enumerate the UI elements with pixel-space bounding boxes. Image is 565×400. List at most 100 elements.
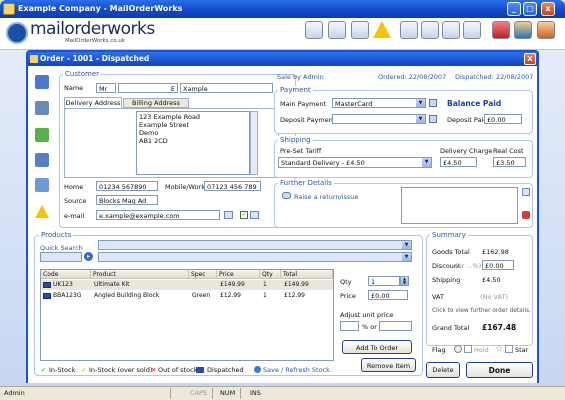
payment-card-icon[interactable] (429, 99, 437, 107)
email-field[interactable]: e.xample@example.com (96, 210, 220, 220)
deposit-payment-label: Deposit Payment (280, 116, 336, 124)
save-refresh-link[interactable]: Save / Refresh Stock. (263, 366, 332, 374)
qty-stepper[interactable]: ▲ ▼ (400, 276, 409, 286)
dispatched-date: Dispatched: 22/08/2007 (455, 73, 534, 81)
toolbar-products-icon[interactable] (492, 21, 510, 39)
quick-search-field[interactable] (40, 252, 82, 262)
col-header-product[interactable]: Product (91, 270, 189, 279)
toolbar-warning-icon[interactable] (373, 21, 391, 38)
legend-cross-icon: ✕ (151, 366, 157, 374)
link-icon[interactable] (35, 128, 49, 142)
status-separator (240, 388, 241, 399)
mailing-checkbox[interactable]: ✓ (240, 211, 248, 219)
toolbar-orders-icon[interactable] (328, 21, 346, 39)
toolbar-customers-icon[interactable] (305, 21, 323, 39)
deposit-paid-field[interactable]: £0.00 (484, 114, 522, 124)
deposit-card-icon[interactable] (429, 115, 437, 123)
tariff-select[interactable]: Standard Delivery - £4.50 ▼ (278, 157, 432, 168)
col-header-qty[interactable]: Qty (260, 270, 281, 279)
email-send-icon[interactable] (224, 211, 233, 219)
toolbar-add-icon[interactable] (442, 21, 460, 39)
product-category-select[interactable]: ▼ (98, 240, 412, 250)
toolbar-users-icon[interactable] (537, 21, 555, 39)
goods-total-label: Goods Total (432, 248, 470, 256)
minimize-button[interactable]: _ (507, 2, 521, 16)
row-price: £12.99 (220, 292, 241, 299)
maximize-button[interactable]: □ (523, 2, 537, 16)
address-field[interactable]: 123 Example Road Example Street Demo AB1… (136, 111, 250, 175)
row-code: UK123 (53, 281, 73, 288)
discount-field[interactable]: £0.00 (482, 260, 514, 270)
adjust-percent-field[interactable] (340, 321, 359, 331)
title-field[interactable]: Mr (96, 83, 116, 93)
product-select[interactable]: ▼ (98, 252, 412, 262)
legend-over-sold: In-Stock (over sold) (89, 366, 153, 374)
add-to-order-button[interactable]: Add To Order (342, 340, 412, 354)
notes-icon[interactable] (522, 188, 530, 196)
chevron-down-icon: ▼ (402, 241, 411, 249)
surname-field[interactable]: Xample (180, 83, 273, 93)
qty-field[interactable]: 1 (368, 276, 400, 286)
name-label: Name (64, 84, 84, 92)
vat-label: VAT (432, 293, 444, 301)
dialog-close-button[interactable]: X (524, 53, 536, 65)
toolbar-search-icon[interactable] (351, 21, 369, 39)
col-header-total[interactable]: Total (281, 270, 333, 279)
table-row[interactable]: UK123 Ultimate Kit £149.99 1 £149.99 (41, 280, 333, 290)
done-button[interactable]: Done (466, 362, 533, 378)
col-header-price[interactable]: Price (217, 270, 260, 279)
tab-delivery-address[interactable]: Delivery Address (64, 97, 122, 108)
qty-label: Qty (340, 278, 352, 286)
toolbar-reports-icon[interactable] (514, 21, 532, 39)
toolbar-delivery-icon[interactable] (463, 21, 481, 39)
close-window-button[interactable]: x (541, 2, 555, 16)
address-scrollbar[interactable] (250, 111, 258, 175)
col-header-spec[interactable]: Spec (189, 270, 217, 279)
main-payment-label: Main Payment (280, 100, 327, 108)
legend-dispatched-icon (196, 367, 204, 373)
hold-icon[interactable] (454, 345, 462, 353)
main-payment-select[interactable]: MasterCard ▼ (332, 98, 426, 108)
tab-billing-address[interactable]: Billing Address (123, 98, 189, 108)
hold-checkbox[interactable] (464, 345, 472, 353)
delivery-charge-field[interactable]: £4.50 (440, 157, 477, 167)
home-phone-field[interactable]: 01234 567890 (96, 181, 158, 191)
star-icon[interactable]: ☆ (495, 344, 503, 354)
warning-icon[interactable] (35, 205, 49, 218)
address-line-1: 123 Example Road (139, 113, 201, 121)
notes-field[interactable] (401, 187, 518, 224)
customer-search-icon[interactable] (35, 75, 49, 89)
chevron-down-icon: ▼ (402, 253, 411, 261)
col-header-code[interactable]: Code (41, 270, 91, 279)
real-cost-field[interactable]: £3.50 (493, 157, 526, 167)
chevron-down-icon: ▼ (422, 158, 431, 167)
delivery-charge-label: Delivery Charge (440, 147, 493, 155)
delete-button[interactable]: Delete (426, 362, 460, 378)
star-checkbox[interactable] (505, 345, 513, 353)
legend-warn-check-icon: ✓ (81, 366, 87, 374)
row-total: £12.99 (284, 292, 305, 299)
print-icon[interactable] (35, 153, 49, 167)
toolbar-info-icon[interactable] (421, 21, 439, 39)
shipping-label: Shipping (432, 276, 461, 284)
grand-total-label: Grand Total (432, 324, 470, 332)
search-go-icon[interactable]: ▸ (84, 252, 93, 261)
payment-group (274, 90, 533, 134)
window-title: Example Company - MailOrderWorks (18, 4, 183, 13)
source-field[interactable]: Blocks Mag Ad (96, 195, 158, 205)
price-field[interactable]: £0.00 (368, 290, 408, 300)
table-row[interactable]: BBA123G Angled Building Block Green £12.… (41, 291, 333, 301)
adjust-amount-field[interactable] (379, 321, 412, 331)
mobile-phone-field[interactable]: 07123 456 789 (204, 181, 261, 191)
raise-return-link[interactable]: Raise a return/issue (294, 193, 358, 201)
tools-icon[interactable] (522, 211, 530, 219)
summary-note[interactable]: Click to view further order details. (432, 308, 531, 314)
remove-item-button[interactable]: Remove Item (361, 358, 416, 372)
toolbar-notes-icon[interactable] (400, 21, 418, 39)
deposit-payment-select[interactable]: ▼ (332, 114, 426, 124)
initial-field[interactable]: E (118, 83, 178, 93)
save-icon[interactable] (35, 101, 49, 115)
email-options-icon[interactable] (250, 211, 259, 219)
star-label: Star (515, 346, 529, 354)
copy-icon[interactable] (35, 178, 49, 192)
